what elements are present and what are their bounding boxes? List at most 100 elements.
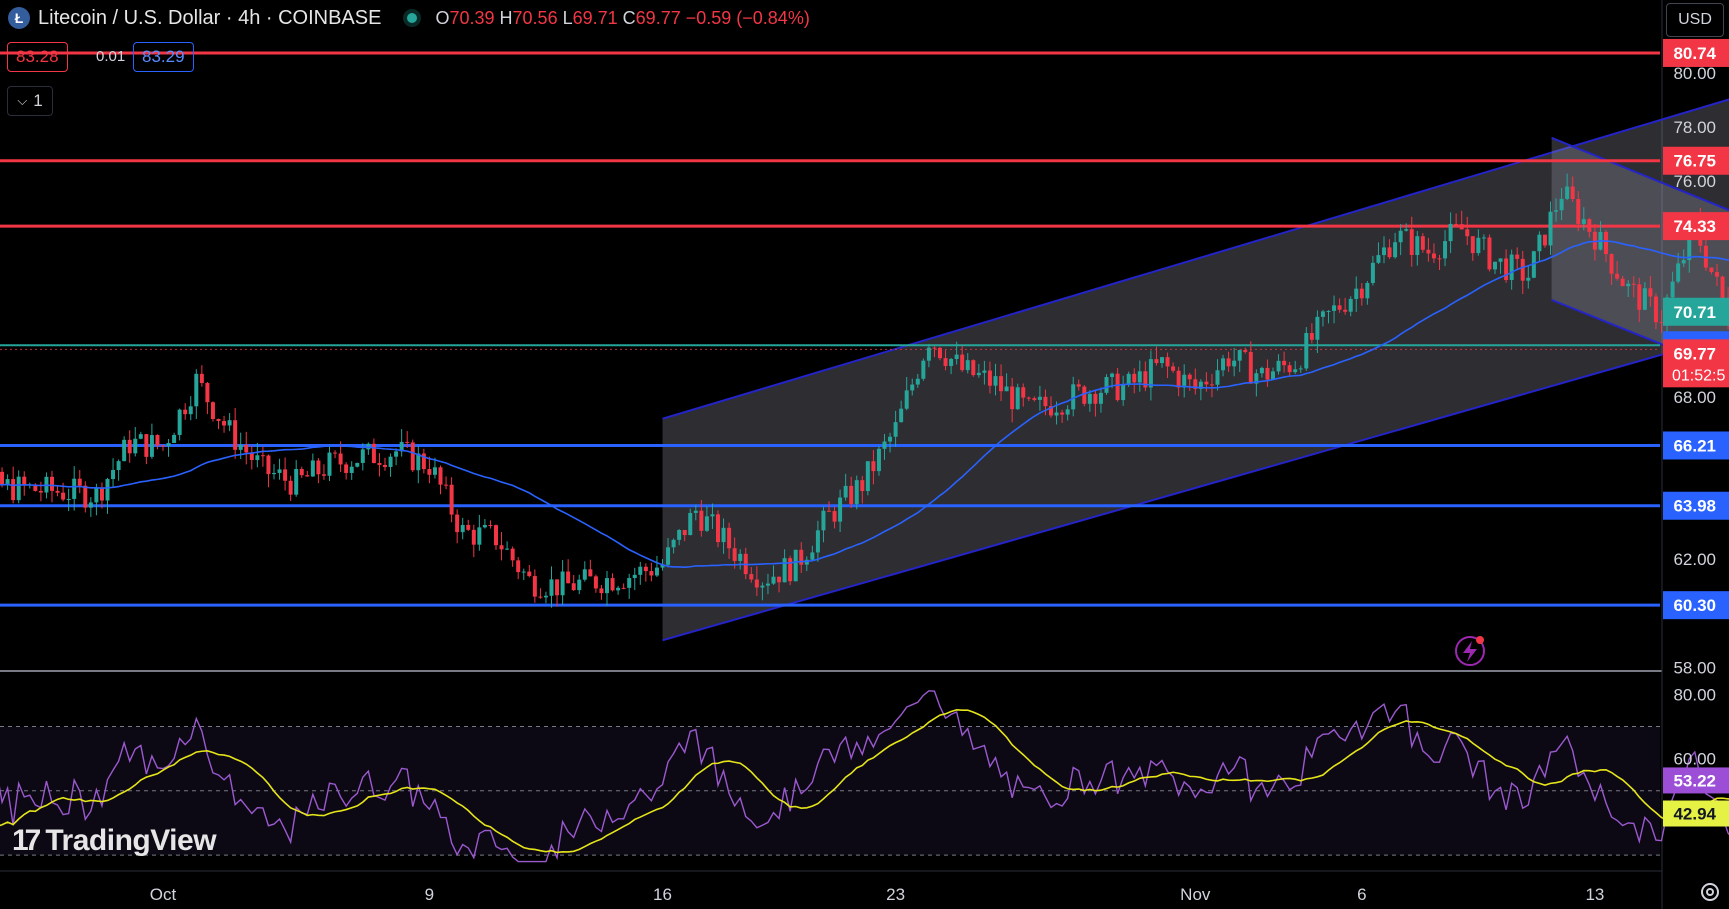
candle-body bbox=[1709, 267, 1714, 273]
time-tick-6: 6 bbox=[1357, 885, 1366, 904]
change-value: −0.59 (−0.84%) bbox=[685, 7, 810, 28]
candle-body bbox=[1304, 333, 1309, 369]
candle-body bbox=[1620, 278, 1625, 287]
candle-body bbox=[1187, 374, 1192, 380]
candle-body bbox=[266, 455, 271, 475]
candle-body bbox=[38, 490, 43, 493]
candle-body bbox=[305, 475, 310, 477]
level-label-63.98: 63.98 bbox=[1673, 497, 1716, 516]
candle-body bbox=[1648, 288, 1653, 297]
candle-body bbox=[616, 587, 621, 591]
candle-body bbox=[1370, 262, 1375, 284]
sell-button[interactable]: 83.28 bbox=[7, 42, 68, 72]
candle-body bbox=[144, 434, 149, 457]
candle-body bbox=[438, 467, 443, 485]
candle-body bbox=[383, 464, 387, 467]
candle-body bbox=[1626, 283, 1631, 287]
candle-body bbox=[1093, 393, 1098, 404]
candle-body bbox=[976, 372, 981, 376]
candle-body bbox=[682, 529, 687, 536]
litecoin-logo-icon: Ł bbox=[8, 7, 30, 29]
tradingview-mark-icon: 17 bbox=[12, 824, 41, 857]
level-label-76.75: 76.75 bbox=[1673, 152, 1716, 171]
candle-body bbox=[333, 452, 338, 454]
candle-body bbox=[749, 574, 754, 580]
candle-body bbox=[865, 461, 870, 492]
candle-body bbox=[1065, 409, 1070, 415]
candle-body bbox=[1110, 373, 1115, 378]
indicators-toggle[interactable]: ⌵ 1 bbox=[7, 86, 53, 116]
candle-body bbox=[355, 462, 360, 467]
candle-body bbox=[1670, 281, 1675, 298]
chevron-down-icon: ⌵ bbox=[17, 93, 28, 108]
candle-body bbox=[61, 492, 66, 500]
candle-body bbox=[1265, 367, 1270, 380]
candle-body bbox=[99, 487, 104, 501]
candle-body bbox=[1121, 384, 1126, 401]
currency-button[interactable]: USD bbox=[1666, 3, 1724, 37]
candle-body bbox=[1659, 322, 1664, 324]
candle-body bbox=[1537, 234, 1542, 252]
candle-body bbox=[777, 576, 782, 583]
candle-body bbox=[1415, 236, 1420, 255]
candle-body bbox=[876, 448, 881, 472]
time-tick-23: 23 bbox=[886, 885, 905, 904]
candle-body bbox=[72, 478, 77, 499]
close-value: 69.77 bbox=[635, 7, 681, 28]
candle-body bbox=[1160, 357, 1164, 364]
candle-body bbox=[1559, 198, 1564, 211]
candle-body bbox=[1248, 351, 1253, 384]
candle-body bbox=[349, 466, 354, 473]
candle-body bbox=[199, 373, 204, 384]
candle-body bbox=[310, 460, 315, 477]
candle-body bbox=[1631, 283, 1636, 285]
candle-body bbox=[1720, 276, 1725, 299]
high-value: 70.56 bbox=[512, 7, 558, 28]
candle-body bbox=[1676, 263, 1681, 282]
candle-body bbox=[938, 347, 942, 359]
level-label-74.33: 74.33 bbox=[1673, 217, 1716, 236]
candle-body bbox=[1115, 373, 1120, 401]
buy-button[interactable]: 83.29 bbox=[133, 42, 194, 72]
candle-body bbox=[1565, 186, 1570, 199]
candle-body bbox=[338, 453, 343, 465]
time-tick-9: 9 bbox=[425, 885, 434, 904]
ohlc-values: O70.39 H70.56 L69.71 C69.77 −0.59 (−0.84… bbox=[435, 8, 809, 29]
candle-body bbox=[1015, 387, 1020, 410]
candle-body bbox=[599, 588, 604, 594]
candle-body bbox=[1209, 384, 1214, 386]
candle-body bbox=[1226, 358, 1231, 367]
price-chart[interactable]: 80.8076.7874.4370.7766.2164.1260.5280.00… bbox=[0, 0, 1729, 909]
candle-body bbox=[83, 485, 88, 508]
candle-body bbox=[327, 452, 332, 476]
candle-body bbox=[643, 566, 648, 572]
candle-body bbox=[283, 469, 288, 481]
candle-body bbox=[560, 571, 565, 596]
candle-body bbox=[521, 571, 526, 573]
candle-body bbox=[149, 435, 154, 457]
candle-body bbox=[671, 539, 676, 548]
candle-body bbox=[960, 354, 965, 371]
low-value: 69.71 bbox=[572, 7, 618, 28]
candle-body bbox=[394, 451, 399, 457]
candle-body bbox=[738, 553, 743, 561]
candle-body bbox=[926, 347, 931, 361]
candle-body bbox=[388, 456, 393, 467]
candle-body bbox=[727, 527, 732, 549]
rsi-ma-value-label: 42.94 bbox=[1673, 805, 1716, 824]
candle-body bbox=[161, 445, 165, 447]
candle-body bbox=[505, 548, 510, 550]
candle-body bbox=[527, 571, 532, 577]
symbol-title[interactable]: Litecoin / U.S. Dollar · 4h · COINBASE bbox=[38, 7, 381, 30]
candle-body bbox=[915, 378, 920, 385]
candle-body bbox=[510, 548, 515, 561]
candle-body bbox=[321, 474, 326, 476]
candle-body bbox=[1032, 398, 1037, 400]
candle-body bbox=[1409, 229, 1414, 255]
candle-body bbox=[55, 490, 60, 493]
candle-body bbox=[371, 443, 376, 463]
candle-body bbox=[971, 360, 976, 376]
candle-body bbox=[699, 510, 704, 531]
candle-body bbox=[427, 469, 432, 475]
candle-body bbox=[1465, 229, 1470, 237]
